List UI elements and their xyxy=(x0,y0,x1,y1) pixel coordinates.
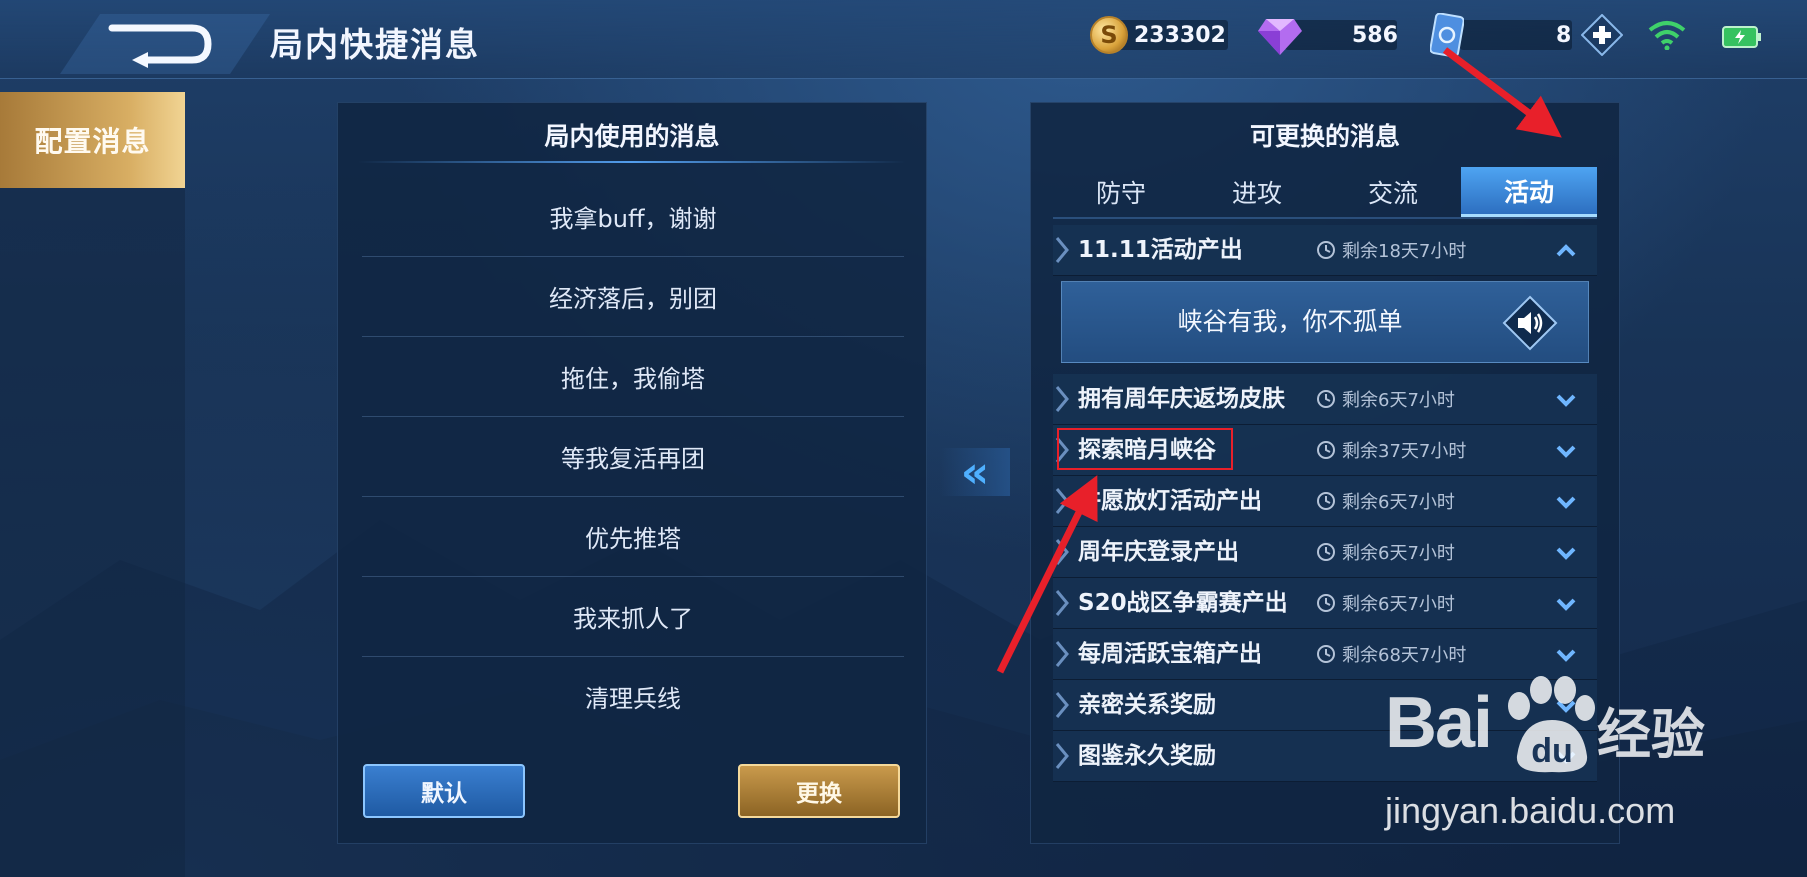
category-time: 剩余6天7小时 xyxy=(1316,476,1455,526)
category-name: 拥有周年庆返场皮肤 xyxy=(1078,386,1285,412)
back-button[interactable] xyxy=(60,6,270,76)
tab-events[interactable]: 活动 xyxy=(1461,167,1597,217)
wifi-icon xyxy=(1648,21,1686,50)
category-name: 11.11活动产出 xyxy=(1078,237,1243,263)
clock-icon xyxy=(1317,492,1335,510)
category-name: 图鉴永久奖励 xyxy=(1078,743,1216,769)
chevron-down-icon[interactable] xyxy=(1555,440,1577,462)
page-title: 局内快捷消息 xyxy=(270,25,480,64)
speaker-icon[interactable] xyxy=(1502,295,1558,351)
category-time: 剩余6天7小时 xyxy=(1316,578,1455,628)
category-name: 周年庆登录产出 xyxy=(1078,539,1239,565)
baidu-paw-icon: du xyxy=(1508,676,1595,773)
transfer-arrow-icon: « xyxy=(940,447,1010,498)
category-row[interactable]: 11.11活动产出 剩余18天7小时 xyxy=(1053,225,1597,276)
tab-defense[interactable]: 防守 xyxy=(1053,167,1189,217)
tab-attack[interactable]: 进攻 xyxy=(1189,167,1325,217)
chevron-down-icon[interactable] xyxy=(1555,491,1577,513)
clock-icon xyxy=(1317,390,1335,408)
row-chevron-icon xyxy=(1055,237,1069,263)
clock-icon xyxy=(1317,241,1335,259)
battery-icon xyxy=(1722,26,1761,48)
diamond-icon xyxy=(1258,19,1302,55)
row-chevron-icon xyxy=(1055,590,1069,616)
category-time: 剩余6天7小时 xyxy=(1316,527,1455,577)
panel-title: 局内使用的消息 xyxy=(544,122,720,151)
clock-icon xyxy=(1317,441,1335,459)
chevron-down-icon[interactable] xyxy=(1555,389,1577,411)
chevron-down-icon[interactable] xyxy=(1555,644,1577,666)
category-row[interactable]: 许愿放灯活动产出 剩余6天7小时 xyxy=(1053,476,1597,527)
chevron-down-icon[interactable] xyxy=(1555,542,1577,564)
baidu-watermark: Bai du 经验 jingyan.baidu.com xyxy=(1385,676,1785,832)
watermark-url: jingyan.baidu.com xyxy=(1385,790,1676,831)
sidebar-item-config-messages[interactable]: 配置消息 xyxy=(0,92,185,188)
back-arrow-icon xyxy=(60,14,270,74)
diamond-value: 586 xyxy=(1352,22,1398,48)
category-time: 剩余37天7小时 xyxy=(1316,425,1466,475)
message-row[interactable]: 我来抓人了 xyxy=(362,576,904,657)
clock-icon xyxy=(1317,594,1335,612)
gold-value: 233302 xyxy=(1134,22,1226,48)
default-button[interactable]: 默认 xyxy=(363,764,525,818)
swap-button[interactable]: 更换 xyxy=(738,764,900,818)
row-chevron-icon xyxy=(1055,743,1069,769)
row-chevron-icon xyxy=(1055,488,1069,514)
row-chevron-icon xyxy=(1055,386,1069,412)
watermark-logo-cn: 经验 xyxy=(1597,703,1705,766)
sidebar xyxy=(0,188,185,877)
panel-title: 可更换的消息 xyxy=(1249,122,1400,151)
category-row[interactable]: S20战区争霸赛产出 剩余6天7小时 xyxy=(1053,578,1597,629)
chevron-down-icon[interactable] xyxy=(1555,593,1577,615)
message-row[interactable]: 拖住，我偷塔 xyxy=(362,336,904,417)
ticket-icon xyxy=(1430,13,1464,57)
message-row[interactable]: 优先推塔 xyxy=(362,496,904,577)
ticket-counter: 8 xyxy=(1430,13,1624,57)
category-time: 剩余6天7小时 xyxy=(1316,374,1455,424)
category-row[interactable]: 周年庆登录产出 剩余6天7小时 xyxy=(1053,527,1597,578)
category-time: 剩余18天7小时 xyxy=(1316,225,1466,275)
diamond-counter: 586 xyxy=(1258,16,1398,55)
row-chevron-icon xyxy=(1055,692,1069,718)
category-tabs: 防守 进攻 交流 活动 xyxy=(1053,167,1597,219)
category-name: 每周活跃宝箱产出 xyxy=(1078,641,1262,667)
category-name: S20战区争霸赛产出 xyxy=(1078,590,1288,616)
chevron-up-icon[interactable] xyxy=(1555,240,1577,262)
category-row[interactable]: 拥有周年庆返场皮肤 剩余6天7小时 xyxy=(1053,374,1597,425)
row-chevron-icon xyxy=(1055,641,1069,667)
sidebar-item-label: 配置消息 xyxy=(34,125,151,158)
row-chevron-icon xyxy=(1055,539,1069,565)
clock-icon xyxy=(1317,543,1335,561)
watermark-logo-text: Bai xyxy=(1385,683,1493,763)
svg-text:du: du xyxy=(1531,732,1573,770)
plus-icon[interactable] xyxy=(1581,14,1624,56)
message-row[interactable]: 等我复活再团 xyxy=(362,416,904,497)
clock-icon xyxy=(1317,645,1335,663)
annotation-highlight-box xyxy=(1057,428,1233,470)
category-name: 亲密关系奖励 xyxy=(1078,692,1216,718)
ticket-value: 8 xyxy=(1556,22,1572,48)
message-row[interactable]: 清理兵线 xyxy=(362,656,904,736)
category-time: 剩余68天7小时 xyxy=(1316,629,1466,679)
title-divider xyxy=(358,161,906,163)
in-game-messages-panel: 局内使用的消息 我拿buff，谢谢 经济落后，别团 拖住，我偷塔 等我复活再团 … xyxy=(337,102,927,844)
message-row[interactable]: 经济落后，别团 xyxy=(362,256,904,337)
gold-counter: S 233302 xyxy=(1090,16,1226,54)
message-row[interactable]: 我拿buff，谢谢 xyxy=(362,176,904,257)
top-bar: 局内快捷消息 S 233302 586 8 xyxy=(0,0,1807,79)
expanded-message-text: 峡谷有我，你不孤单 xyxy=(1177,307,1403,336)
gold-coin-icon: S xyxy=(1090,16,1128,54)
tab-communication[interactable]: 交流 xyxy=(1325,167,1461,217)
expanded-message-item[interactable]: 峡谷有我，你不孤单 xyxy=(1061,281,1589,363)
category-name: 许愿放灯活动产出 xyxy=(1078,488,1262,514)
category-row[interactable]: 每周活跃宝箱产出 剩余68天7小时 xyxy=(1053,629,1597,680)
